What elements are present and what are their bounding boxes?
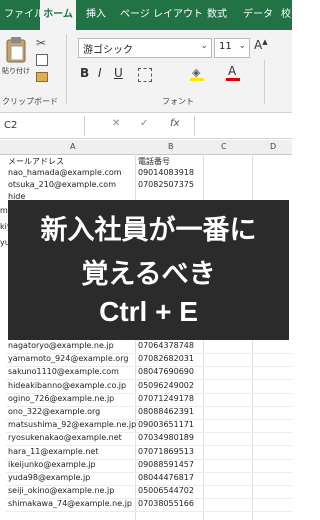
- cell-email[interactable]: nao_hamada@example.com: [8, 168, 122, 177]
- column-header-d[interactable]: D: [270, 142, 276, 151]
- cell-email[interactable]: matsushima_92@example.ne.jp: [8, 420, 136, 429]
- font-size-dropdown[interactable]: 11 ⌄: [214, 38, 250, 58]
- tab-review[interactable]: 校: [281, 0, 291, 30]
- cell-email[interactable]: sakuno1110@example.com: [8, 367, 119, 376]
- cut-icon[interactable]: ✂: [36, 36, 46, 50]
- ribbon: 貼り付け ✂ クリップボード 游ゴシック ⌄ 11 ⌄ A▲ B I U ◈ A…: [0, 30, 292, 113]
- cell-phone[interactable]: 09088591457: [138, 460, 194, 469]
- cell-email[interactable]: yuda98@example.jp: [8, 473, 90, 482]
- clipboard-icon: [6, 37, 26, 63]
- tab-formulas[interactable]: 数式: [207, 0, 227, 30]
- tab-home[interactable]: ホーム: [40, 0, 76, 30]
- border-icon[interactable]: [138, 68, 152, 82]
- font-size-value: 11: [219, 41, 232, 52]
- cell-email[interactable]: ono_322@example.org: [8, 407, 100, 416]
- cell-phone[interactable]: 05096249002: [138, 381, 194, 390]
- confirm-button[interactable]: ✓: [140, 118, 148, 129]
- cell-phone[interactable]: 08088462391: [138, 407, 194, 416]
- chevron-down-icon: ⌄: [200, 41, 208, 51]
- tab-file[interactable]: ファイル: [4, 0, 44, 30]
- underline-button[interactable]: U: [114, 66, 123, 80]
- formula-bar: C2 ✕ ✓ fx: [0, 114, 292, 139]
- cell-email[interactable]: ikeijunko@example.jp: [8, 460, 96, 469]
- column-header-row: A B C D: [0, 140, 292, 155]
- cell-email[interactable]: hara_11@example.net: [8, 447, 98, 456]
- cancel-button[interactable]: ✕: [112, 118, 120, 129]
- cell-phone[interactable]: 09014083918: [138, 168, 194, 177]
- paste-label: 貼り付け: [2, 67, 30, 75]
- cell-phone[interactable]: 08047690690: [138, 367, 194, 376]
- font-color-button[interactable]: A: [226, 64, 240, 82]
- font-group-label: フォント: [162, 97, 194, 106]
- copy-icon[interactable]: [36, 54, 48, 66]
- cell-email[interactable]: ogino_726@example.ne.jp: [8, 394, 114, 403]
- tab-insert[interactable]: 挿入: [86, 0, 106, 30]
- cell-email[interactable]: seiji_okino@example.ne.jp: [8, 486, 114, 495]
- cell-phone[interactable]: 07082507375: [138, 180, 194, 189]
- cell-email[interactable]: ryosukenakao@example.net: [8, 433, 122, 442]
- paste-button[interactable]: 貼り付け: [2, 36, 30, 86]
- overlay-line-3: Ctrl + E: [99, 296, 198, 327]
- chevron-down-icon: ⌄: [238, 41, 246, 51]
- name-box[interactable]: C2: [0, 116, 85, 136]
- cell-phone[interactable]: 05006544702: [138, 486, 194, 495]
- font-name-value: 游ゴシック: [83, 45, 133, 56]
- group-divider: [264, 60, 265, 104]
- column-header-b[interactable]: B: [168, 142, 174, 151]
- format-painter-icon[interactable]: [36, 72, 48, 82]
- tab-data[interactable]: データ: [243, 0, 273, 30]
- cell-phone[interactable]: 07071249178: [138, 394, 194, 403]
- ribbon-tab-bar: ファイル ホーム 挿入 ページ レイアウト 数式 データ 校: [0, 0, 292, 30]
- tab-page-layout[interactable]: ページ レイアウト: [120, 0, 203, 30]
- overlay-line-2: 覚えるべき: [81, 259, 216, 290]
- font-name-dropdown[interactable]: 游ゴシック ⌄: [78, 38, 212, 58]
- cell-email[interactable]: shimakawa_74@example.ne.jp: [8, 499, 132, 508]
- cell-phone[interactable]: 08044476817: [138, 473, 194, 482]
- clipboard-group-label: クリップボード: [2, 97, 58, 106]
- cell-email[interactable]: yamamoto_924@example.org: [8, 354, 128, 363]
- column-header-c[interactable]: C: [221, 142, 227, 151]
- title-overlay: 新入社員が一番に 覚えるべき Ctrl + E: [8, 200, 289, 340]
- group-divider: [66, 34, 67, 104]
- cell-phone[interactable]: 07082682031: [138, 354, 194, 363]
- header-email[interactable]: メールアドレス: [8, 156, 64, 167]
- cell-phone[interactable]: 07064378748: [138, 341, 194, 350]
- cell-phone[interactable]: 07071869513: [138, 447, 194, 456]
- cell-email[interactable]: hideakibanno@example.co.jp: [8, 381, 126, 390]
- cell-email[interactable]: nagatoryo@example.ne.jp: [8, 341, 114, 350]
- cell-phone[interactable]: 07034980189: [138, 433, 194, 442]
- cell-phone[interactable]: 09003651171: [138, 420, 194, 429]
- insert-function-button[interactable]: fx: [170, 118, 179, 129]
- increase-font-icon[interactable]: A▲: [254, 38, 268, 52]
- row-divider: [6, 511, 292, 513]
- formula-input[interactable]: [194, 116, 293, 136]
- cell-phone[interactable]: 07038055166: [138, 499, 194, 508]
- cell-email[interactable]: otsuka_210@example.com: [8, 180, 116, 189]
- overlay-line-1: 新入社員が一番に: [40, 215, 257, 246]
- column-header-a[interactable]: A: [70, 142, 75, 151]
- bold-button[interactable]: B: [80, 66, 89, 80]
- fill-color-icon[interactable]: ◈: [190, 66, 204, 82]
- header-phone[interactable]: 電話番号: [138, 156, 170, 167]
- italic-button[interactable]: I: [98, 66, 102, 80]
